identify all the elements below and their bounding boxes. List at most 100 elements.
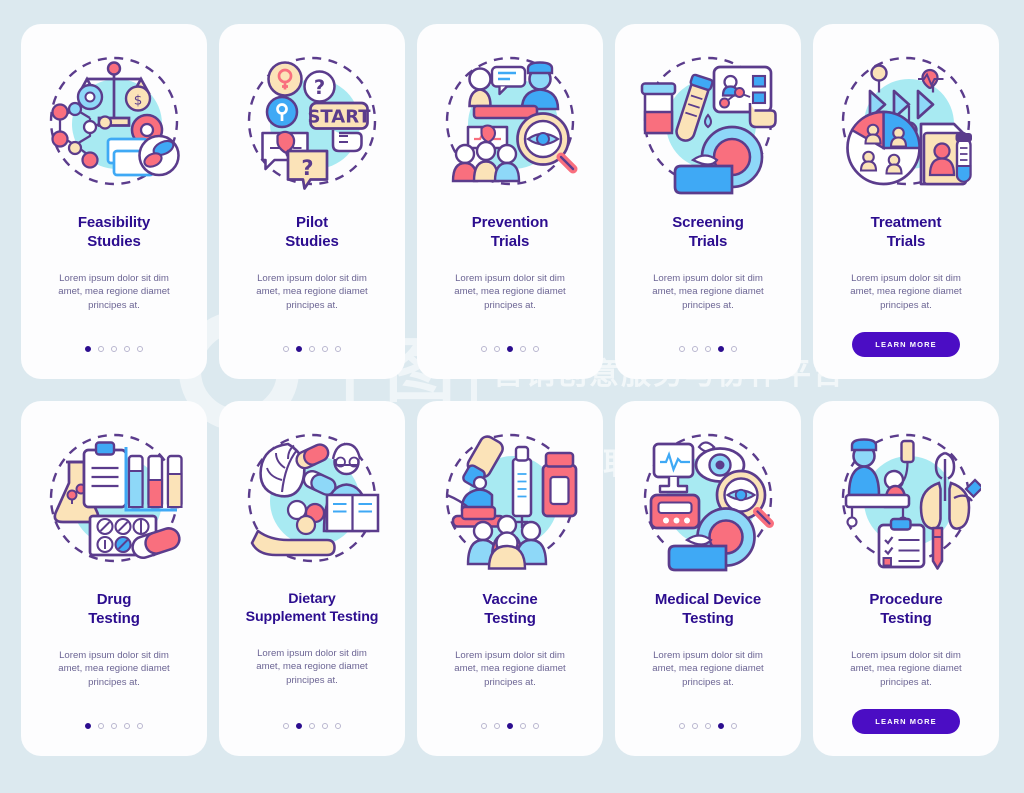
pagination-dots[interactable]: [679, 346, 737, 352]
svg-text:START: START: [307, 107, 371, 128]
pagination-dot-2[interactable]: [692, 723, 698, 729]
card-title-line1: Feasibility: [77, 214, 151, 231]
pagination-dot-5[interactable]: [335, 723, 341, 729]
pagination-dot-1-active[interactable]: [85, 723, 91, 729]
pie-chart-patients-record-vial-icon: [831, 46, 981, 196]
onboarding-card-vaccine-testing[interactable]: Vaccine Testing Lorem ipsum dolor sit dim …: [417, 401, 603, 756]
onboarding-card-drug-testing[interactable]: Drug Testing Lorem ipsum dolor sit dim ame…: [21, 401, 207, 756]
surgery-lungs-checklist-icon: [831, 423, 981, 573]
pagination-dot-4[interactable]: [124, 346, 130, 352]
pagination-dot-5[interactable]: [533, 346, 539, 352]
pagination-dot-3[interactable]: [705, 346, 711, 352]
onboarding-card-screening-trials[interactable]: Screening Trials Lorem ipsum dolor sit dim…: [615, 24, 801, 379]
card-title-line2: Trials: [688, 232, 728, 250]
card-title: Drug Testing: [88, 591, 140, 629]
card-description: Lorem ipsum dolor sit dim amet, mea regi…: [256, 272, 368, 312]
card-title-line2: Testing: [682, 609, 734, 627]
pagination-dot-4[interactable]: [520, 723, 526, 729]
flask-clipboard-testtubes-pills-icon: [39, 423, 189, 573]
card-title-line1: Screening: [672, 214, 744, 231]
pagination-dot-3[interactable]: [111, 723, 117, 729]
pagination-dot-2[interactable]: [494, 723, 500, 729]
card-description: Lorem ipsum dolor sit dim amet, mea regi…: [256, 647, 368, 687]
pagination-dots[interactable]: [481, 346, 539, 352]
pagination-dot-2[interactable]: [98, 723, 104, 729]
herbs-capsules-doctor-hand-icon: [237, 423, 387, 573]
pagination-dot-2-active[interactable]: [296, 346, 302, 352]
pagination-dots[interactable]: [679, 723, 737, 729]
pagination-dot-1[interactable]: [679, 723, 685, 729]
pagination-dot-4[interactable]: [322, 346, 328, 352]
onboarding-card-treatment-trials[interactable]: Treatment Trials Lorem ipsum dolor sit dim…: [813, 24, 999, 379]
pagination-dot-2[interactable]: [494, 346, 500, 352]
card-description: Lorem ipsum dolor sit dim amet, mea regi…: [454, 272, 566, 312]
card-title-line1: Pilot: [295, 214, 328, 231]
pagination-dot-1[interactable]: [481, 723, 487, 729]
pagination-dot-3[interactable]: [309, 346, 315, 352]
svg-text:$: $: [134, 93, 143, 109]
pagination-dot-1[interactable]: [481, 346, 487, 352]
pagination-dot-5[interactable]: [137, 346, 143, 352]
card-description: Lorem ipsum dolor sit dim amet, mea regi…: [850, 649, 962, 689]
learn-more-button[interactable]: LEARN MORE: [852, 332, 960, 357]
pagination-dot-1-active[interactable]: [85, 346, 91, 352]
card-title-line2: Testing: [88, 609, 140, 627]
card-title-line2: Trials: [886, 232, 926, 250]
pagination-dot-4[interactable]: [124, 723, 130, 729]
card-title-line1: Drug: [96, 591, 132, 608]
scales-dna-gear-pills-icon: $: [39, 46, 189, 196]
start-button-question-chat-icon: ? START ?: [237, 46, 387, 196]
pagination-dot-3[interactable]: [111, 346, 117, 352]
card-title-line1: Vaccine: [482, 591, 538, 608]
card-title-line2: Trials: [490, 232, 530, 250]
card-description: Lorem ipsum dolor sit dim amet, mea regi…: [454, 649, 566, 689]
onboarding-card-prevention-trials[interactable]: Prevention Trials Lorem ipsum dolor sit di…: [417, 24, 603, 379]
pagination-dot-5[interactable]: [137, 723, 143, 729]
pagination-dot-5[interactable]: [731, 723, 737, 729]
card-title-line1: Treatment: [870, 214, 942, 231]
pagination-dot-2-active[interactable]: [296, 723, 302, 729]
pagination-dots[interactable]: [85, 346, 143, 352]
learn-more-button[interactable]: LEARN MORE: [852, 709, 960, 734]
microscope-syringe-vial-people-icon: [435, 423, 585, 573]
onboarding-card-dietary-supplement-testing[interactable]: Dietary Supplement Testing Lorem ipsum dol…: [219, 401, 405, 756]
card-title: Pilot Studies: [285, 214, 339, 252]
pagination-dot-4[interactable]: [322, 723, 328, 729]
onboarding-card-medical-device-testing[interactable]: Medical Device Testing Lorem ipsum dolor s…: [615, 401, 801, 756]
pagination-dot-1[interactable]: [679, 346, 685, 352]
pagination-dots[interactable]: [481, 723, 539, 729]
pagination-dot-3[interactable]: [705, 723, 711, 729]
card-title: Prevention Trials: [472, 214, 549, 252]
pagination-dot-1[interactable]: [283, 346, 289, 352]
samples-mri-scan-data-icon: [633, 46, 783, 196]
pagination-dot-4-active[interactable]: [718, 346, 724, 352]
pagination-dots[interactable]: [283, 723, 341, 729]
card-title: Procedure Testing: [869, 591, 942, 629]
onboarding-screens-grid: $ Feasibility Studies Lorem ipsum dolor si…: [0, 0, 1024, 780]
pagination-dot-2[interactable]: [98, 346, 104, 352]
card-title-line1: Prevention: [471, 214, 549, 231]
pagination-dot-2[interactable]: [692, 346, 698, 352]
pagination-dot-3[interactable]: [309, 723, 315, 729]
onboarding-card-pilot-studies[interactable]: ? START ? Pilot Studies Lorem ipsum dolor …: [219, 24, 405, 379]
card-title-line1: Medical Device: [654, 591, 762, 608]
onboarding-card-feasibility-studies[interactable]: $ Feasibility Studies Lorem ipsum dolor si…: [21, 24, 207, 379]
card-title: Screening Trials: [672, 214, 744, 252]
pagination-dot-4-active[interactable]: [718, 723, 724, 729]
card-title-line2: Supplement Testing: [245, 608, 379, 625]
pagination-dots[interactable]: [85, 723, 143, 729]
onboarding-card-procedure-testing[interactable]: Procedure Testing Lorem ipsum dolor sit di…: [813, 401, 999, 756]
card-description: Lorem ipsum dolor sit dim amet, mea regi…: [58, 272, 170, 312]
card-title: Feasibility Studies: [78, 214, 150, 252]
pagination-dot-3-active[interactable]: [507, 346, 513, 352]
pagination-dot-3-active[interactable]: [507, 723, 513, 729]
pagination-dot-4[interactable]: [520, 346, 526, 352]
pagination-dot-5[interactable]: [533, 723, 539, 729]
pagination-dot-5[interactable]: [335, 346, 341, 352]
pagination-dots[interactable]: [283, 346, 341, 352]
card-title: Medical Device Testing: [655, 591, 761, 629]
card-title-line1: Dietary: [288, 591, 336, 607]
pagination-dot-1[interactable]: [283, 723, 289, 729]
card-title-line2: Testing: [880, 609, 932, 627]
pagination-dot-5[interactable]: [731, 346, 737, 352]
